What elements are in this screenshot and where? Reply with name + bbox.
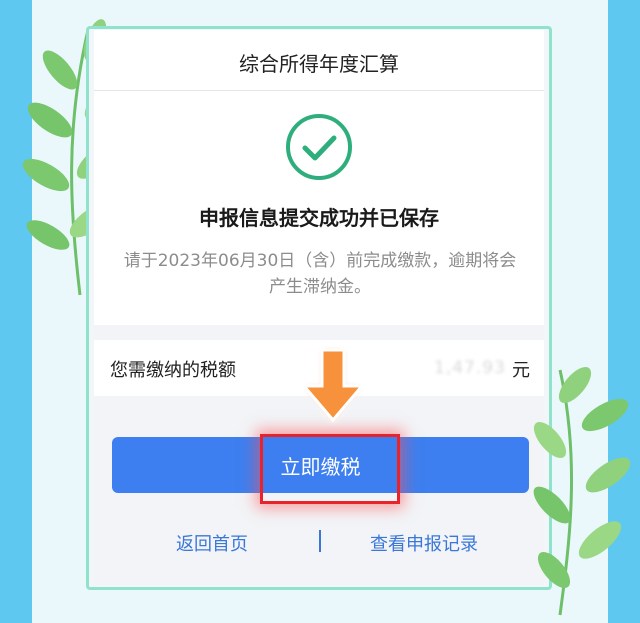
leaf-decoration-icon <box>533 366 631 616</box>
arrow-down-icon <box>300 348 366 423</box>
success-check-icon <box>286 114 352 180</box>
title-divider <box>94 90 544 91</box>
payment-deadline-notice: 请于2023年06月30日（含）前完成缴款，逾期将会产生滞纳金。 <box>123 251 517 297</box>
tax-amount-label: 您需缴纳的税额 <box>110 360 236 381</box>
tax-amount-value: 1,47.93 <box>434 358 506 378</box>
status-headline: 申报信息提交成功并已保存 <box>199 206 439 230</box>
pay-now-button[interactable]: 立即缴税 <box>112 437 529 493</box>
links-divider <box>319 530 321 552</box>
page-title: 综合所得年度汇算 <box>239 52 399 76</box>
view-records-link[interactable]: 查看申报记录 <box>370 530 478 556</box>
back-home-link[interactable]: 返回首页 <box>176 530 248 556</box>
tax-amount-unit: 元 <box>512 360 530 381</box>
